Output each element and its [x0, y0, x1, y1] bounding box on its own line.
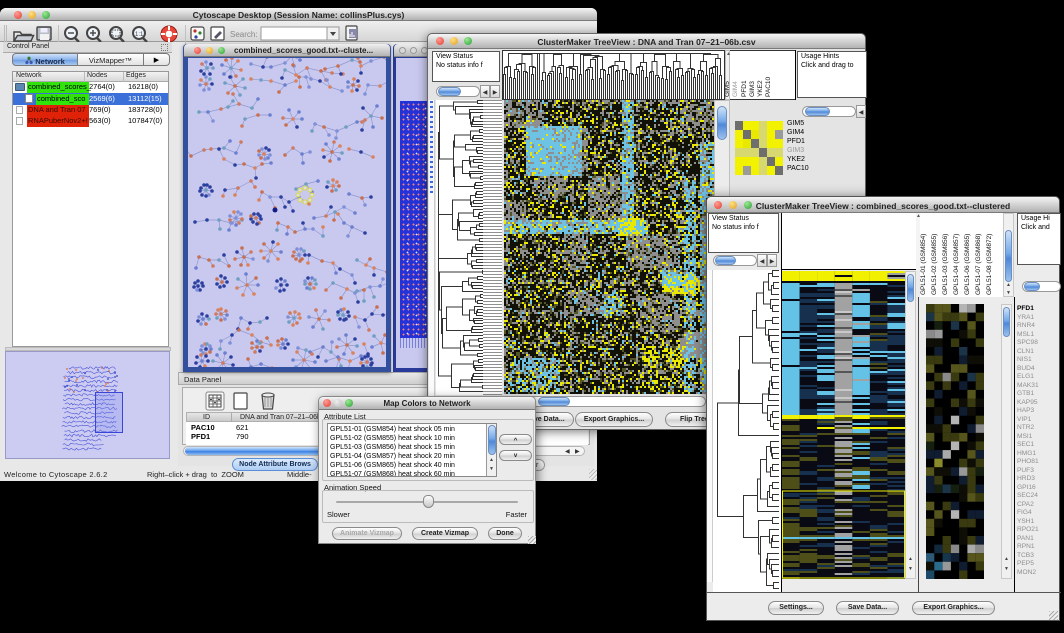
svg-text:1:1: 1:1	[135, 32, 144, 38]
svg-text:Search:: Search:	[230, 30, 258, 39]
